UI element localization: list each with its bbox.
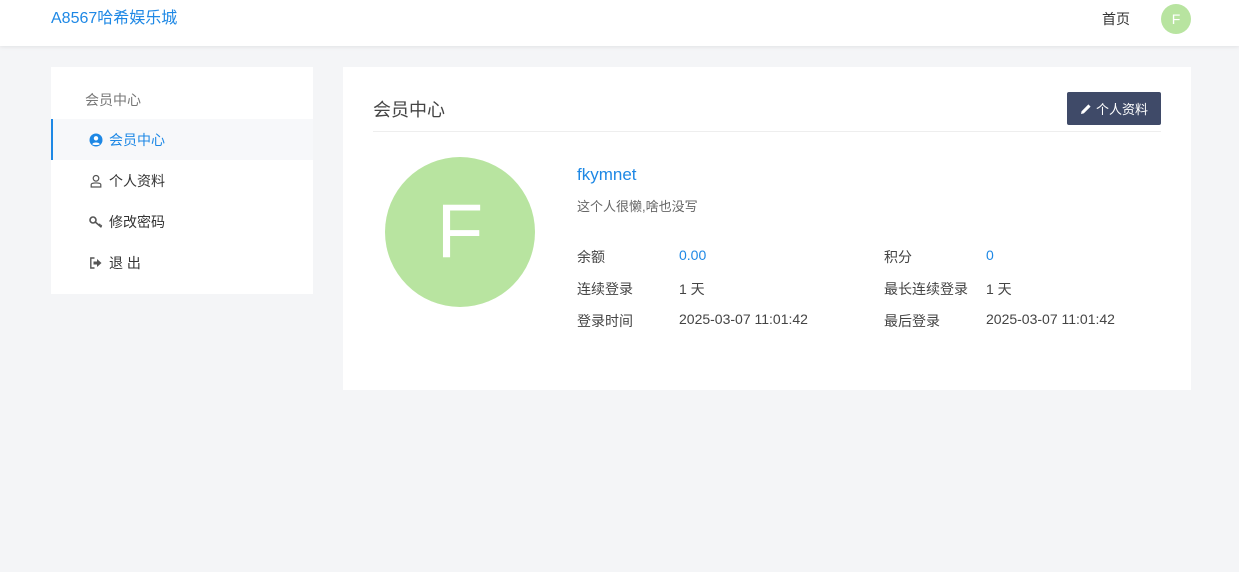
points-label: 积分 — [884, 249, 912, 265]
user-outline-icon — [89, 174, 103, 188]
balance-value: 0.00 — [679, 247, 707, 263]
username: fkymnet — [577, 165, 637, 184]
sidebar-item-label: 会员中心 — [109, 131, 165, 148]
sidebar-item-profile[interactable]: 个人资料 — [51, 160, 313, 201]
site-brand-link[interactable]: A8567哈希娱乐城 — [51, 4, 177, 28]
consecutive-login-value: 1 天 — [679, 281, 705, 297]
profile-avatar: F — [385, 157, 535, 307]
last-login-label: 最后登录 — [884, 313, 940, 329]
page-title: 会员中心 — [373, 100, 445, 120]
sidebar-title: 会员中心 — [85, 92, 141, 108]
sidebar-item-label: 个人资料 — [109, 172, 165, 189]
key-icon — [89, 215, 103, 229]
last-login-value: 2025-03-07 11:01:42 — [986, 311, 1115, 327]
points-value: 0 — [986, 247, 994, 263]
sidebar-item-label: 修改密码 — [109, 213, 165, 230]
sidebar-item-logout[interactable]: 退 出 — [51, 242, 313, 283]
balance-label: 余额 — [577, 249, 605, 265]
top-navbar: A8567哈希娱乐城 首页 F — [0, 0, 1239, 46]
pencil-icon — [1080, 103, 1096, 115]
user-circle-icon — [89, 133, 103, 147]
login-time-label: 登录时间 — [577, 313, 633, 329]
longest-consecutive-label: 最长连续登录 — [884, 281, 968, 297]
edit-profile-label: 个人资料 — [1095, 102, 1148, 117]
sign-out-icon — [89, 256, 103, 270]
user-bio: 这个人很懒,啥也没写 — [577, 199, 698, 214]
member-center-panel: 会员中心 个人资料 F fkymnet 这个人很懒,啥也没写 余额 0.00 积… — [343, 67, 1191, 390]
user-avatar[interactable]: F — [1161, 4, 1191, 34]
divider — [373, 131, 1161, 132]
sidebar-item-change-password[interactable]: 修改密码 — [51, 201, 313, 242]
home-link[interactable]: 首页 — [1102, 9, 1130, 29]
sidebar: 会员中心 会员中心 个人资料 修改密码 退 出 — [51, 67, 313, 294]
consecutive-login-label: 连续登录 — [577, 281, 633, 297]
edit-profile-button[interactable]: 个人资料 — [1067, 92, 1161, 125]
sidebar-item-member-center[interactable]: 会员中心 — [51, 119, 313, 160]
longest-consecutive-value: 1 天 — [986, 281, 1012, 297]
sidebar-item-label: 退 出 — [109, 254, 141, 271]
login-time-value: 2025-03-07 11:01:42 — [679, 311, 808, 327]
